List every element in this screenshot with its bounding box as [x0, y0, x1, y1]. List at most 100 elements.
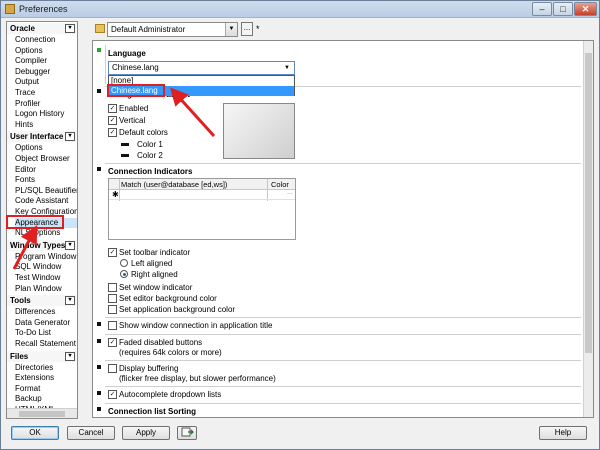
- color2-label: Color 2: [137, 151, 163, 160]
- faded-buttons-note: (requires 64k colors or more): [119, 348, 222, 357]
- apply-button[interactable]: Apply: [122, 426, 170, 440]
- chevron-down-icon[interactable]: ▼: [225, 23, 237, 36]
- default-colors-label: Default colors: [119, 128, 168, 137]
- nav-section-header[interactable]: Window Types ▾: [7, 239, 77, 251]
- group-separator: [105, 334, 581, 335]
- collapse-icon[interactable]: ▾: [65, 296, 75, 306]
- editor-bg-checkbox[interactable]: [108, 294, 117, 303]
- right-aligned-radio[interactable]: [120, 270, 128, 278]
- settings-vscroll[interactable]: [583, 41, 593, 417]
- profile-select[interactable]: Default Administrator ▼: [107, 22, 238, 37]
- right-aligned-label: Right aligned: [131, 270, 178, 279]
- group-marker: [97, 365, 101, 369]
- collapse-icon[interactable]: ▾: [65, 240, 75, 250]
- autocomplete-checkbox[interactable]: ✓: [108, 390, 117, 399]
- new-row-marker: ✱: [112, 190, 119, 199]
- display-buffering-checkbox[interactable]: [108, 364, 117, 373]
- export-icon-button[interactable]: [177, 426, 197, 440]
- gradient-enabled-label: Enabled: [119, 104, 149, 113]
- show-window-connection-checkbox[interactable]: [108, 321, 117, 330]
- nav-item[interactable]: Options: [15, 46, 77, 56]
- table-header: Match (user@database [ed,ws]) Color: [109, 179, 295, 201]
- collapse-icon[interactable]: ▾: [65, 351, 75, 361]
- nav-item[interactable]: Editor: [15, 165, 77, 175]
- nav-item[interactable]: Extensions: [15, 373, 77, 383]
- nav-item[interactable]: Object Browser: [15, 154, 77, 164]
- app-bg-checkbox[interactable]: [108, 305, 117, 314]
- nav-item[interactable]: Key Configuration: [15, 207, 77, 217]
- nav-item[interactable]: NLS Options: [15, 228, 77, 238]
- help-button[interactable]: Help: [539, 426, 587, 440]
- connection-indicators-table[interactable]: Match (user@database [ed,ws]) Color ✱ ..…: [108, 178, 296, 240]
- color-picker-button[interactable]: ...: [287, 189, 293, 196]
- nav-item[interactable]: Code Assistant: [15, 196, 77, 206]
- close-button[interactable]: ✕: [574, 2, 597, 16]
- nav-section-header[interactable]: Tools ▾: [7, 295, 77, 307]
- nav-item[interactable]: Plan Window: [15, 284, 77, 294]
- group-separator: [105, 163, 581, 164]
- gradient-preview: [223, 103, 295, 159]
- default-colors-checkbox[interactable]: ✓: [108, 128, 117, 137]
- profile-more-button[interactable]: ...: [241, 22, 253, 36]
- toolbar-indicator-label: Set toolbar indicator: [119, 248, 191, 257]
- nav-item[interactable]: Output: [15, 77, 77, 87]
- nav-section-label: Window Types: [10, 240, 66, 250]
- settings-vscroll-thumb[interactable]: [585, 53, 592, 353]
- nav-item[interactable]: Backup: [15, 394, 77, 404]
- nav-section-header[interactable]: Files ▾: [7, 350, 77, 362]
- left-aligned-radio[interactable]: [120, 259, 128, 267]
- nav-hscroll-thumb[interactable]: [19, 411, 65, 417]
- language-option-none[interactable]: [none]: [109, 76, 294, 86]
- nav-section-label: Oracle: [10, 24, 35, 33]
- maximize-button[interactable]: □: [553, 2, 573, 16]
- minimize-button[interactable]: –: [532, 2, 552, 16]
- nav-item[interactable]: Profiler: [15, 99, 77, 109]
- preferences-nav: Oracle ▾ Connection Options Compiler Debugger…: [6, 21, 78, 419]
- column-header-color[interactable]: Color: [271, 180, 289, 189]
- chevron-down-icon[interactable]: ▼: [282, 62, 292, 74]
- cancel-button[interactable]: Cancel: [67, 426, 115, 440]
- nav-item[interactable]: Trace: [15, 88, 77, 98]
- language-option-chinese[interactable]: Chinese.lang: [109, 86, 294, 96]
- language-group-title: Language: [108, 49, 146, 58]
- nav-section-header[interactable]: User Interface ▾: [7, 131, 77, 143]
- nav-item[interactable]: Data Generator: [15, 318, 77, 328]
- color1-swatch[interactable]: [121, 143, 129, 146]
- collapse-icon[interactable]: ▾: [65, 132, 75, 142]
- nav-item[interactable]: Fonts: [15, 175, 77, 185]
- nav-item[interactable]: Recall Statement: [15, 339, 77, 349]
- nav-item[interactable]: Test Window: [15, 273, 77, 283]
- nav-item[interactable]: To-Do List: [15, 328, 77, 338]
- collapse-icon[interactable]: ▾: [65, 24, 75, 33]
- nav-item[interactable]: Appearance: [15, 217, 77, 228]
- nav-hscroll[interactable]: [7, 408, 77, 418]
- nav-item[interactable]: SQL Window: [15, 262, 77, 272]
- group-marker: [97, 391, 101, 395]
- nav-item[interactable]: Format: [15, 384, 77, 394]
- nav-item[interactable]: Connection: [15, 35, 77, 45]
- language-select[interactable]: Chinese.lang ▼: [108, 61, 295, 75]
- window-indicator-checkbox[interactable]: [108, 283, 117, 292]
- group-marker: [97, 89, 101, 93]
- column-header-match[interactable]: Match (user@database [ed,ws]): [121, 180, 227, 189]
- toolbar-indicator-checkbox[interactable]: ✓: [108, 248, 117, 257]
- ok-button[interactable]: OK: [11, 426, 59, 440]
- nav-item[interactable]: Differences: [15, 307, 77, 317]
- nav-item[interactable]: Compiler: [15, 56, 77, 66]
- window-indicator-label: Set window indicator: [119, 283, 193, 292]
- nav-item[interactable]: Debugger: [15, 67, 77, 77]
- nav-item[interactable]: Logon History: [15, 109, 77, 119]
- nav-item[interactable]: Options: [15, 143, 77, 153]
- nav-section-header[interactable]: Oracle ▾: [7, 23, 77, 34]
- nav-item[interactable]: PL/SQL Beautifier: [15, 186, 77, 196]
- nav-item[interactable]: Program Window: [15, 252, 77, 262]
- nav-item[interactable]: Directories: [15, 363, 77, 373]
- gradient-vertical-checkbox[interactable]: ✓: [108, 116, 117, 125]
- faded-buttons-checkbox[interactable]: ✓: [108, 338, 117, 347]
- color2-swatch[interactable]: [121, 154, 129, 157]
- gradient-enabled-checkbox[interactable]: ✓: [108, 104, 117, 113]
- color1-label: Color 1: [137, 140, 163, 149]
- table-row[interactable]: ✱ ...: [109, 189, 295, 200]
- faded-buttons-label: Faded disabled buttons: [119, 338, 203, 347]
- nav-item[interactable]: Hints: [15, 120, 77, 130]
